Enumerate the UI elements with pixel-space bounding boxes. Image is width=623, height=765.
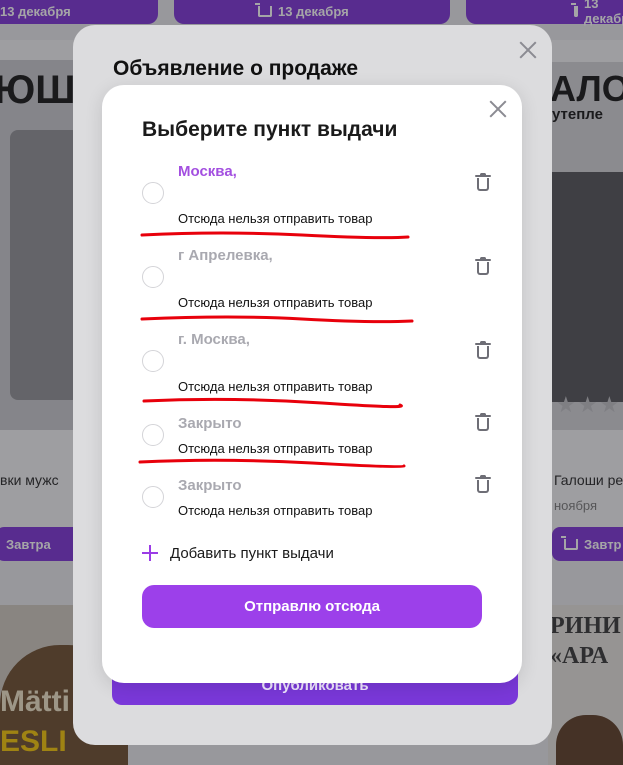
add-pickup-point-button[interactable]: Добавить пункт выдачи bbox=[142, 540, 334, 566]
pickup-point-modal: Выберите пункт выдачи Москва, Отсюда нел… bbox=[102, 85, 522, 683]
pickup-point-radio[interactable] bbox=[142, 486, 164, 508]
plus-icon bbox=[142, 545, 158, 561]
red-annotation-lines bbox=[138, 231, 414, 469]
ship-from-here-button[interactable]: Отправлю отсюда bbox=[142, 585, 482, 628]
red-underline bbox=[140, 315, 414, 324]
red-underline bbox=[138, 458, 406, 469]
red-underline bbox=[140, 231, 410, 240]
modal-title: Объявление о продаже bbox=[113, 57, 359, 80]
add-pickup-point-label: Добавить пункт выдачи bbox=[170, 544, 334, 562]
close-icon[interactable] bbox=[517, 39, 539, 61]
pickup-point-status: Отсюда нельзя отправить товар bbox=[178, 503, 373, 518]
red-underline bbox=[142, 397, 403, 409]
